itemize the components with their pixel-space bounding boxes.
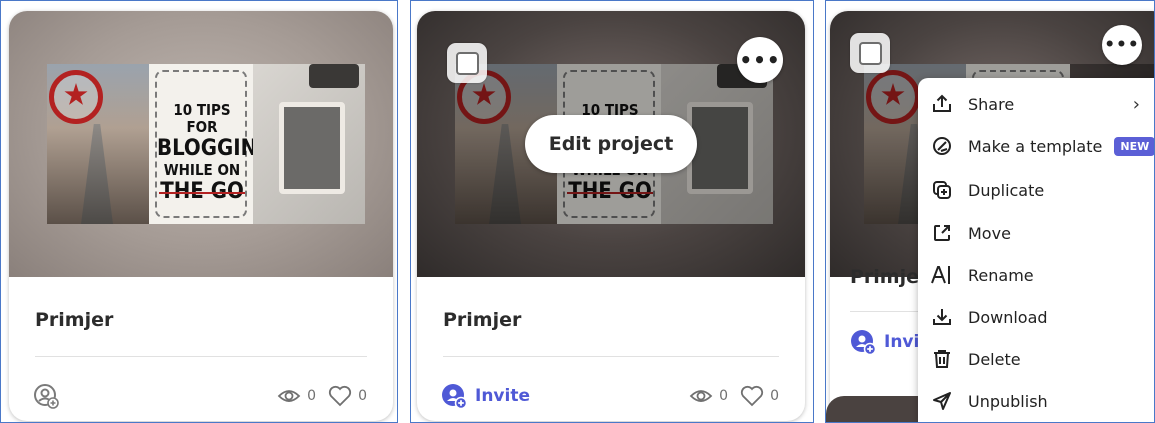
- cover-line-3: WHILE ON: [163, 161, 241, 179]
- menu-item-unpublish[interactable]: Unpublish: [918, 381, 1154, 421]
- eye-icon: [277, 387, 301, 405]
- rename-icon: [930, 263, 954, 287]
- context-menu: Share › Make a template NEW Duplicate Mo…: [918, 78, 1154, 422]
- invite-icon: [441, 383, 468, 410]
- next-project-card[interactable]: [826, 396, 926, 422]
- invite-icon[interactable]: [33, 383, 59, 409]
- select-checkbox[interactable]: [447, 43, 487, 83]
- invite-label: Invite: [475, 386, 530, 406]
- menu-item-label: Share: [968, 94, 1015, 114]
- menu-item-label: Make a template: [968, 136, 1103, 156]
- divider: [443, 356, 779, 357]
- share-icon: [930, 92, 954, 116]
- menu-item-label: Unpublish: [968, 391, 1048, 411]
- cover-line-2: BLOGGING: [157, 136, 274, 161]
- new-badge: NEW: [1114, 136, 1154, 156]
- project-thumbnail[interactable]: 10 TIPS FOR BLOGGING WHILE ON THE GO •••…: [417, 11, 805, 277]
- heart-icon[interactable]: [328, 385, 352, 407]
- views-count: 0: [719, 388, 729, 404]
- menu-item-share[interactable]: Share ›: [918, 84, 1154, 124]
- invite-button[interactable]: Invite: [441, 383, 530, 410]
- cover-line-1: 10 TIPS FOR: [173, 101, 231, 136]
- card-stats: 0 0: [277, 385, 367, 407]
- delete-icon: [930, 347, 954, 371]
- menu-item-label: Download: [968, 307, 1048, 327]
- menu-item-label: Duplicate: [968, 180, 1045, 200]
- unpublish-icon: [930, 389, 954, 413]
- likes-count: 0: [770, 388, 779, 404]
- project-title: Primjer: [850, 266, 929, 288]
- likes-count: 0: [358, 388, 367, 404]
- move-icon: [930, 221, 954, 245]
- eye-icon: [689, 387, 713, 405]
- menu-item-delete[interactable]: Delete: [918, 339, 1154, 379]
- menu-item-move[interactable]: Move: [918, 213, 1154, 253]
- heart-icon[interactable]: [740, 385, 764, 407]
- project-card[interactable]: 10 TIPS FOR BLOGGING WHILE ON THE GO Pri…: [9, 11, 393, 421]
- chevron-right-icon: ›: [1132, 93, 1140, 115]
- divider: [35, 356, 367, 357]
- project-title: Primjer: [35, 309, 114, 331]
- more-options-button[interactable]: •••: [737, 37, 783, 83]
- download-icon: [930, 305, 954, 329]
- menu-item-label: Move: [968, 223, 1011, 243]
- template-icon: [930, 134, 954, 158]
- cover-image: 10 TIPS FOR BLOGGING WHILE ON THE GO: [47, 64, 365, 224]
- duplicate-icon: [930, 178, 954, 202]
- panel-card-menu: ••• Primjer Invite Share › Make a templa…: [825, 0, 1155, 423]
- menu-item-make-template[interactable]: Make a template NEW: [918, 126, 1154, 166]
- more-options-button[interactable]: •••: [1102, 25, 1142, 65]
- panel-card-hover: 10 TIPS FOR BLOGGING WHILE ON THE GO •••…: [410, 0, 814, 423]
- menu-item-download[interactable]: Download: [918, 297, 1154, 337]
- star-logo-icon: [49, 70, 103, 124]
- project-thumbnail[interactable]: 10 TIPS FOR BLOGGING WHILE ON THE GO: [9, 11, 393, 277]
- select-checkbox[interactable]: [850, 33, 890, 73]
- menu-item-rename[interactable]: Rename: [918, 255, 1154, 295]
- project-title: Primjer: [443, 309, 522, 331]
- views-count: 0: [307, 388, 317, 404]
- menu-item-label: Delete: [968, 349, 1021, 369]
- edit-project-button[interactable]: Edit project: [525, 115, 697, 173]
- panel-card-idle: 10 TIPS FOR BLOGGING WHILE ON THE GO Pri…: [0, 0, 398, 423]
- menu-item-duplicate[interactable]: Duplicate: [918, 170, 1154, 210]
- menu-item-label: Rename: [968, 265, 1034, 285]
- card-stats: 0 0: [689, 385, 779, 407]
- invite-icon: [850, 329, 877, 356]
- project-card[interactable]: 10 TIPS FOR BLOGGING WHILE ON THE GO •••…: [417, 11, 805, 421]
